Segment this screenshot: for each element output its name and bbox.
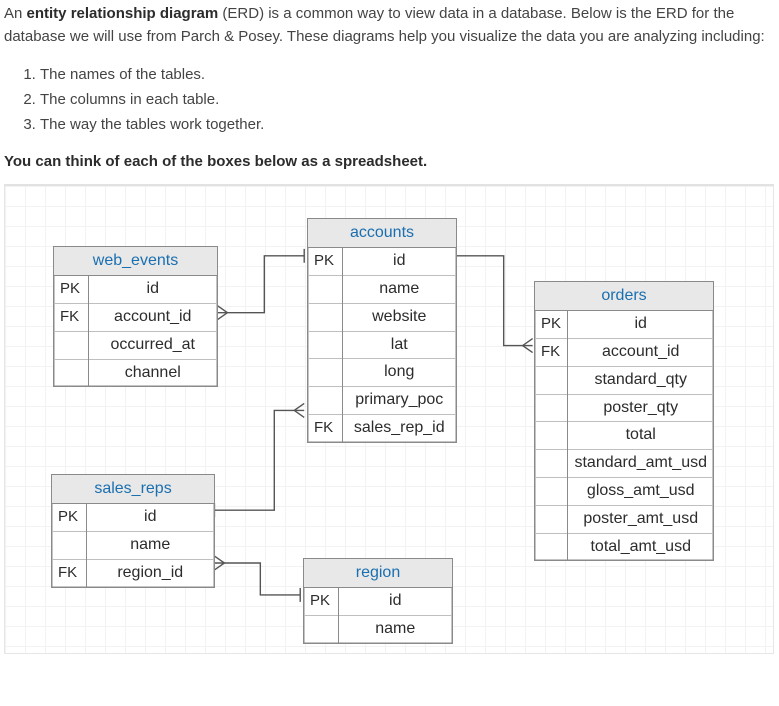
key-cell: PK (535, 311, 568, 338)
key-cell (535, 394, 568, 422)
col-cell: primary_poc (342, 387, 456, 415)
col-cell: name (86, 532, 214, 560)
col-cell: channel (88, 359, 217, 386)
key-cell: FK (52, 559, 86, 586)
col-cell: poster_qty (568, 394, 713, 422)
key-cell (535, 533, 568, 560)
col-cell: sales_rep_id (342, 415, 456, 442)
col-cell: total (568, 422, 713, 450)
col-cell: standard_qty (568, 366, 713, 394)
key-cell: FK (54, 304, 88, 332)
key-cell (304, 616, 338, 643)
key-cell (54, 331, 88, 359)
key-cell (54, 359, 88, 386)
col-cell: account_id (88, 304, 217, 332)
col-cell: standard_amt_usd (568, 450, 713, 478)
key-cell (52, 532, 86, 560)
table-accounts: accounts PKid name website lat long prim… (307, 218, 457, 443)
table-sales-reps: sales_reps PKid name FKregion_id (51, 474, 215, 588)
table-region: region PKid name (303, 558, 453, 644)
key-cell: PK (52, 504, 86, 531)
intro-list: The names of the tables. The columns in … (40, 63, 779, 137)
col-cell: name (338, 616, 452, 643)
key-cell (535, 366, 568, 394)
table-title: accounts (308, 219, 456, 249)
col-cell: name (342, 276, 456, 304)
col-cell: account_id (568, 339, 713, 367)
list-item: The columns in each table. (40, 88, 779, 111)
table-title: region (304, 559, 452, 589)
intro-prefix: An (4, 5, 27, 22)
key-cell (308, 387, 342, 415)
col-cell: poster_amt_usd (568, 505, 713, 533)
list-item: The names of the tables. (40, 63, 779, 86)
col-cell: lat (342, 331, 456, 359)
key-cell: PK (54, 276, 88, 303)
key-cell (535, 505, 568, 533)
bold-sentence: You can think of each of the boxes below… (4, 150, 779, 173)
col-cell: website (342, 303, 456, 331)
table-web-events: web_events PKid FKaccount_id occurred_at… (53, 246, 218, 388)
key-cell: FK (308, 415, 342, 442)
col-cell: id (86, 504, 214, 531)
table-title: sales_reps (52, 475, 214, 505)
col-cell: id (568, 311, 713, 338)
key-cell (535, 450, 568, 478)
key-cell: PK (304, 588, 338, 615)
col-cell: occurred_at (88, 331, 217, 359)
key-cell (308, 276, 342, 304)
table-orders: orders PKid FKaccount_id standard_qty po… (534, 281, 714, 562)
col-cell: id (338, 588, 452, 615)
table-title: web_events (54, 247, 217, 277)
col-cell: long (342, 359, 456, 387)
col-cell: id (88, 276, 217, 303)
intro-bold: entity relationship diagram (27, 5, 219, 22)
erd-diagram: web_events PKid FKaccount_id occurred_at… (4, 184, 774, 654)
key-cell (308, 331, 342, 359)
key-cell: PK (308, 248, 342, 275)
key-cell (535, 478, 568, 506)
table-title: orders (535, 282, 713, 312)
key-cell (308, 303, 342, 331)
intro-paragraph: An entity relationship diagram (ERD) is … (4, 2, 779, 49)
list-item: The way the tables work together. (40, 113, 779, 136)
key-cell (308, 359, 342, 387)
col-cell: total_amt_usd (568, 533, 713, 560)
key-cell (535, 422, 568, 450)
col-cell: gloss_amt_usd (568, 478, 713, 506)
col-cell: region_id (86, 559, 214, 586)
key-cell: FK (535, 339, 568, 367)
col-cell: id (342, 248, 456, 275)
